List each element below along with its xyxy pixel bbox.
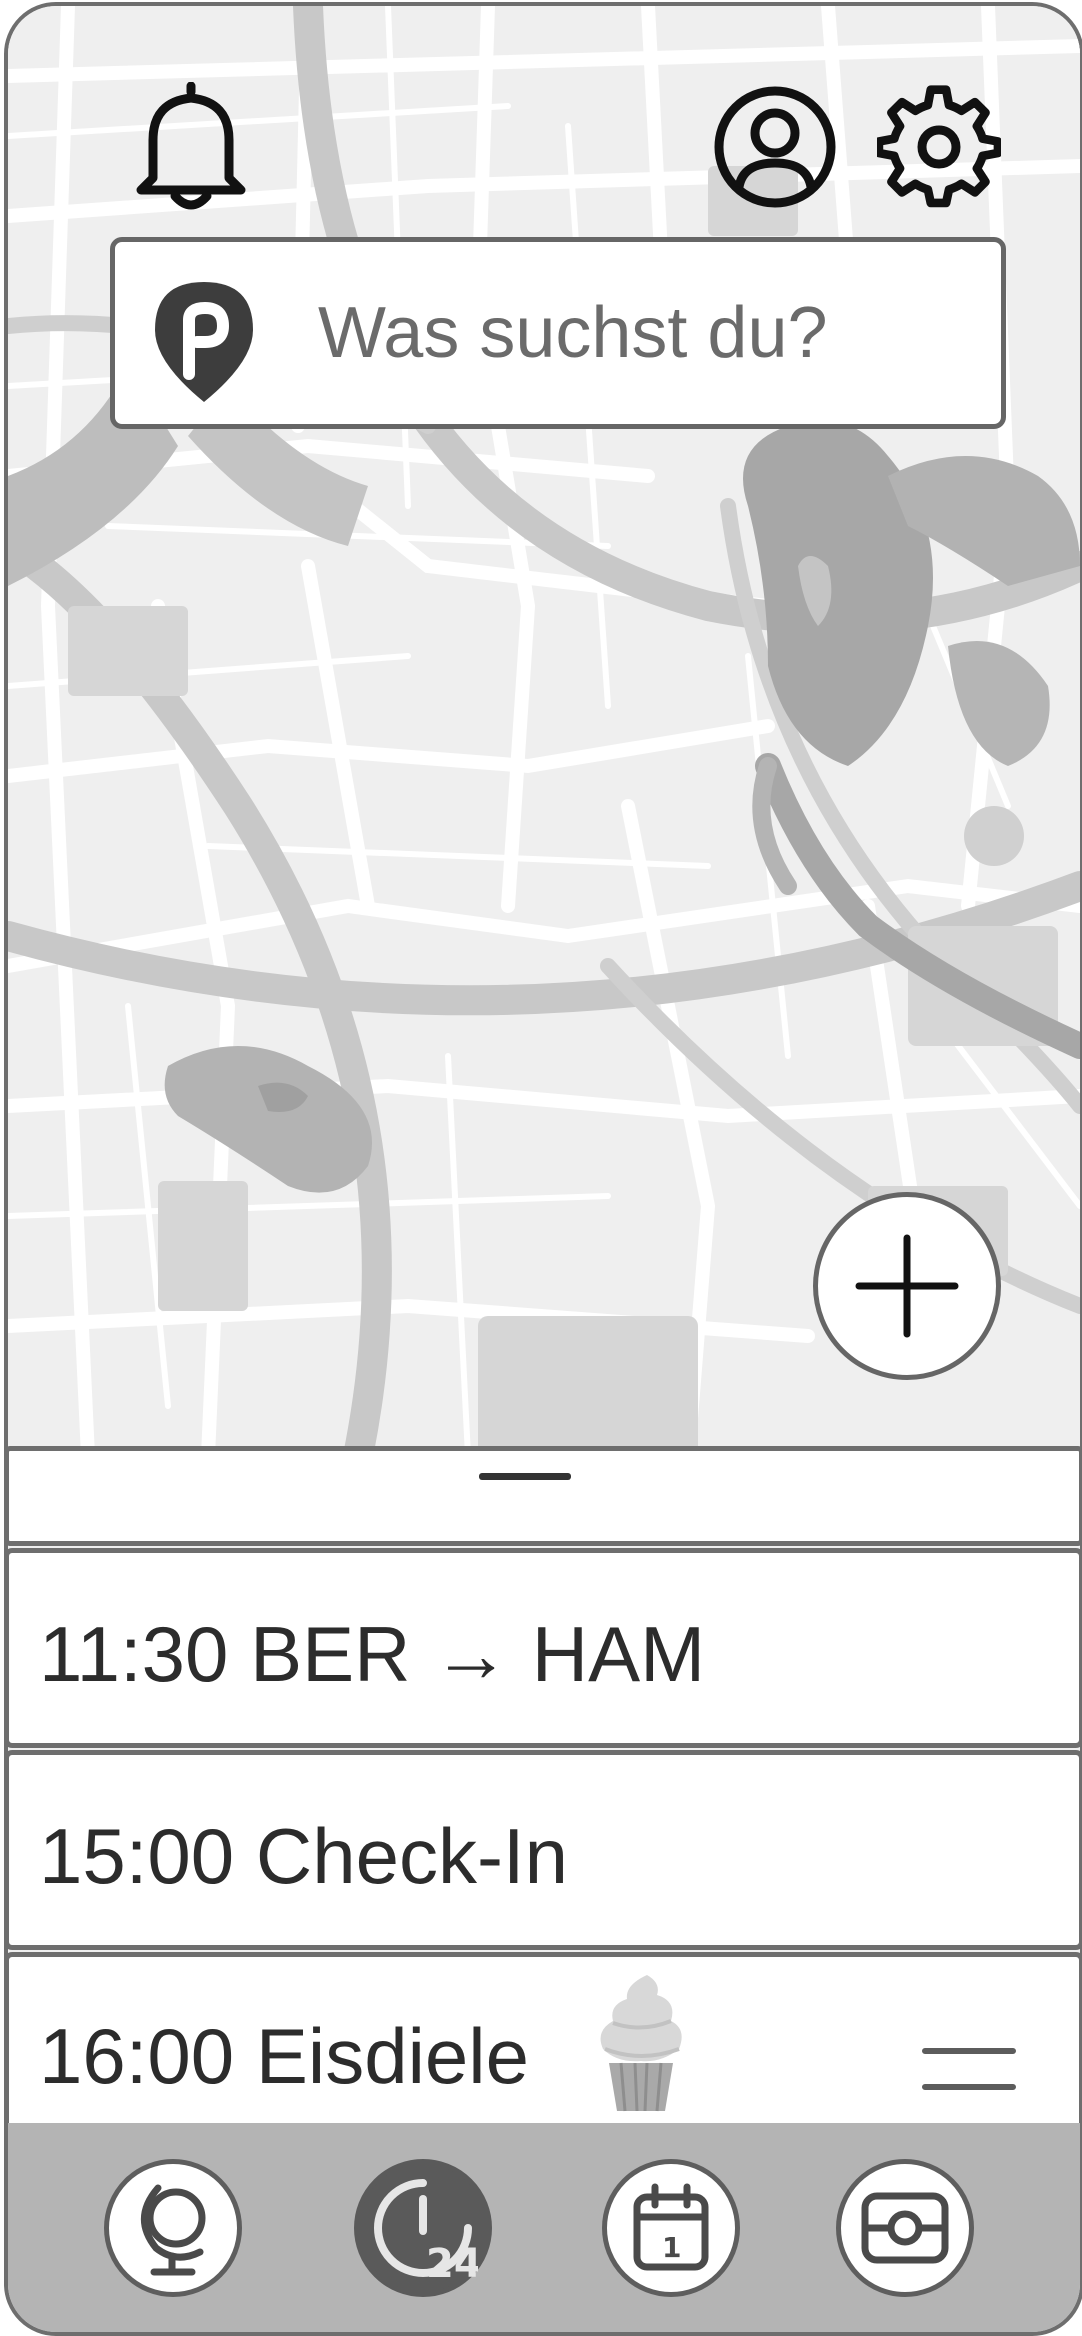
grab-handle[interactable] [479,1473,571,1480]
calendar-day: 1 [662,2231,681,2264]
gear-icon [877,85,1001,208]
tab-tickets[interactable] [836,2159,974,2297]
search-bar[interactable]: Was suchst du? [110,237,1006,429]
phone-frame: Was suchst du? 11:30 BER → HAM 15:00 Che… [4,2,1082,2336]
clock-24-icon: 24 [374,2179,478,2283]
bell-icon [136,82,246,210]
tab-calendar[interactable]: 1 [602,2159,740,2297]
tab-explore[interactable] [104,2159,242,2297]
calendar-icon: 1 [633,2183,709,2271]
list-item[interactable]: 15:00 Check-In [8,1750,1080,1950]
list-item-label: 11:30 BER → HAM [39,1610,706,1698]
globe-icon [141,2184,206,2276]
list-item-label: 15:00 Check-In [39,1812,568,1900]
add-button[interactable] [813,1192,1001,1380]
profile-button[interactable] [710,82,840,212]
notifications-button[interactable] [126,78,256,218]
sheet-header[interactable] [8,1446,1080,1546]
clock-24-label: 24 [426,2241,478,2283]
search-input[interactable]: Was suchst du? [318,242,828,424]
app-logo-pin-icon [155,282,253,402]
list-item[interactable]: 11:30 BER → HAM [8,1548,1080,1748]
settings-button[interactable] [874,82,1004,212]
list-item-label: 16:00 Eisdiele [39,2012,530,2100]
drag-handle-icon[interactable] [921,2041,1017,2101]
plus-icon [855,1234,959,1338]
tab-today[interactable]: 24 [354,2159,492,2297]
user-circle-icon [714,86,836,208]
list-item[interactable]: 16:00 Eisdiele [8,1952,1080,2152]
ticket-icon [861,2192,949,2264]
tab-bar: 24 1 [8,2123,1080,2332]
